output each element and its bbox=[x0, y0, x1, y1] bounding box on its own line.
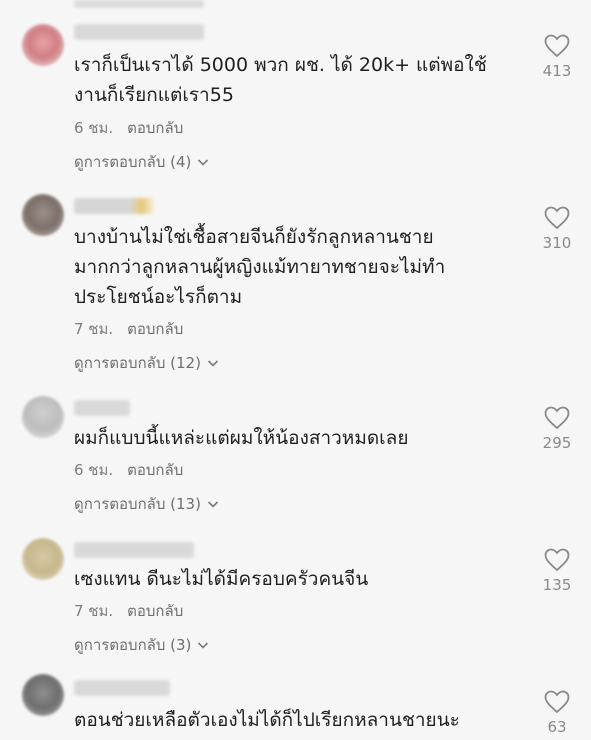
avatar[interactable] bbox=[22, 538, 64, 580]
comment-text: ตอนช่วยเหลือตัวเองไม่ได้ก็ไปเรียกหลานชาย… bbox=[74, 709, 460, 731]
like-button[interactable]: 413 bbox=[533, 34, 581, 80]
heart-icon bbox=[544, 690, 570, 714]
chevron-down-icon bbox=[207, 501, 219, 508]
like-count: 135 bbox=[542, 576, 572, 594]
comment-time: 7 ชม. bbox=[74, 320, 114, 338]
like-count: 413 bbox=[542, 62, 572, 80]
view-replies-label: ดูการตอบกลับ (12) bbox=[74, 354, 201, 372]
view-replies-button[interactable]: ดูการตอบกลับ (3) bbox=[74, 633, 209, 657]
comment-meta: 7 ชม. ตอบกลับ bbox=[74, 317, 183, 341]
like-count: 295 bbox=[542, 434, 572, 452]
comment-meta: 6 ชม. ตอบกลับ bbox=[74, 116, 183, 140]
view-replies-button[interactable]: ดูการตอบกลับ (12) bbox=[74, 351, 219, 375]
like-button[interactable]: 310 bbox=[533, 206, 581, 252]
like-button[interactable]: 295 bbox=[533, 406, 581, 452]
view-replies-label: ดูการตอบกลับ (4) bbox=[74, 153, 192, 171]
view-replies-button[interactable]: ดูการตอบกลับ (4) bbox=[74, 150, 209, 174]
comment-meta: 7 ชม. ตอบกลับ bbox=[74, 599, 183, 623]
heart-icon bbox=[544, 34, 570, 58]
comment-text: เซงแทน ดีนะไม่ได้มีครอบครัวคนจีน bbox=[74, 568, 369, 590]
username[interactable] bbox=[74, 198, 154, 214]
comment-text: เราก็เป็นเราได้ 5000 พวก ผช. ได้ 20k+ แต… bbox=[74, 54, 487, 106]
heart-icon bbox=[544, 548, 570, 572]
heart-icon bbox=[544, 206, 570, 230]
username[interactable] bbox=[74, 680, 170, 696]
username[interactable] bbox=[74, 542, 194, 558]
reply-button[interactable]: ตอบกลับ bbox=[127, 320, 183, 338]
comment-time: 7 ชม. bbox=[74, 602, 114, 620]
reply-button[interactable]: ตอบกลับ bbox=[127, 461, 183, 479]
like-button[interactable]: 135 bbox=[533, 548, 581, 594]
blurred-username-previous bbox=[74, 0, 204, 8]
chevron-down-icon bbox=[198, 159, 209, 166]
like-count: 310 bbox=[542, 234, 572, 252]
view-replies-label: ดูการตอบกลับ (13) bbox=[74, 495, 201, 513]
reply-button[interactable]: ตอบกลับ bbox=[127, 119, 183, 137]
reply-button[interactable]: ตอบกลับ bbox=[127, 602, 183, 620]
avatar[interactable] bbox=[22, 194, 64, 236]
heart-icon bbox=[544, 406, 570, 430]
like-button[interactable]: 63 bbox=[533, 690, 581, 736]
like-count: 63 bbox=[547, 718, 567, 736]
avatar[interactable] bbox=[22, 396, 64, 438]
username[interactable] bbox=[74, 400, 130, 416]
avatar[interactable] bbox=[22, 674, 64, 716]
comment-time: 6 ชม. bbox=[74, 119, 114, 137]
avatar[interactable] bbox=[22, 24, 64, 66]
view-replies-label: ดูการตอบกลับ (3) bbox=[74, 636, 192, 654]
comment-text: บางบ้านไม่ใช่เชื้อสายจีนก็ยังรักลูกหลานช… bbox=[74, 226, 446, 308]
comment-meta: 6 ชม. ตอบกลับ bbox=[74, 458, 183, 482]
comment-time: 6 ชม. bbox=[74, 461, 114, 479]
view-replies-button[interactable]: ดูการตอบกลับ (13) bbox=[74, 492, 219, 516]
chevron-down-icon bbox=[207, 360, 219, 367]
chevron-down-icon bbox=[198, 642, 209, 649]
username[interactable] bbox=[74, 24, 204, 40]
comment-text: ผมก็แบบนี้แหล่ะแต่ผมให้น้องสาวหมดเลย bbox=[74, 427, 409, 449]
